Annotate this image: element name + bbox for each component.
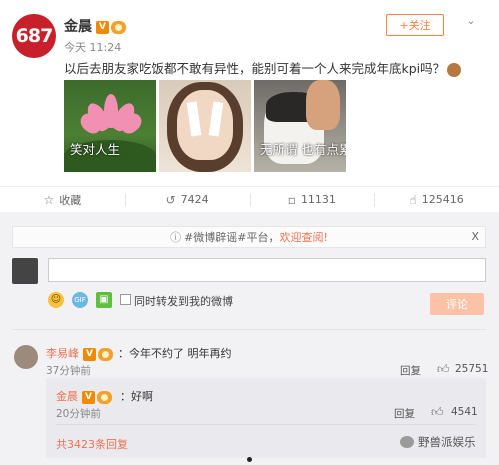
reply-like-count: 4541 (451, 406, 478, 418)
thumbs-up-icon[interactable]: 👍︎ (431, 405, 444, 420)
reply-reply-button[interactable]: 回复 (394, 406, 415, 421)
repost-button[interactable]: ↺ 7424 (124, 187, 250, 212)
weibo-post: 687 金晨 V 今天 11:24 +关注 ⌄ 以后去朋友家吃饭都不敢有异性，能别… (0, 0, 499, 186)
post-image-cat[interactable]: 无所谓 也有点累 (254, 80, 346, 172)
gif-icon[interactable]: GIF (72, 292, 88, 308)
face-shape (177, 90, 233, 160)
post-image-face[interactable] (159, 80, 251, 172)
divider (56, 424, 476, 425)
image-icon[interactable]: ▣ (96, 292, 112, 308)
close-icon[interactable]: X (471, 230, 479, 243)
star-icon: ☆ (43, 192, 55, 207)
verified-icon: V (82, 390, 95, 404)
verified-icon: V (83, 347, 96, 361)
notice-link[interactable]: 欢迎查阅! (280, 229, 328, 245)
vip-icon (98, 347, 113, 361)
comment-time: 37分钟前 (46, 365, 91, 377)
comment-icon: ▫ (287, 192, 296, 207)
post-action-bar: ☆ 收藏 ↺ 7424 ▫ 11131 ☝ 125416 (0, 186, 499, 219)
vip-icon (111, 20, 126, 34)
post-text: 以后去朋友家吃饭都不敢有异性，能别可着一个人来完成年底kpi吗？ (64, 58, 462, 77)
reply-author-name[interactable]: 金晨 (56, 390, 78, 403)
rumor-notice: ⓘ #微博辟谣#平台， 欢迎查阅! X (12, 226, 486, 248)
watermark: 野兽派娱乐 (400, 434, 476, 450)
reply-time: 20分钟前 (56, 408, 101, 420)
post-image-lotus[interactable]: 笑对人生 (64, 80, 156, 172)
commenter-avatar[interactable] (14, 345, 38, 369)
wechat-icon (400, 436, 414, 448)
post-time[interactable]: 今天 11:24 (64, 39, 121, 55)
photo-caption: 无所谓 也有点累 (260, 142, 346, 157)
like-icon: ☝ (409, 192, 417, 207)
favorite-button[interactable]: ☆ 收藏 (0, 187, 125, 212)
thumbs-up-icon[interactable]: 👍︎ (437, 362, 450, 377)
avatar-text: 687 (15, 25, 54, 47)
comment-count: 11131 (300, 193, 336, 206)
repost-count: 7424 (180, 193, 209, 206)
commenter-name[interactable]: 李易峰 (46, 347, 79, 360)
hand-shape (306, 80, 340, 130)
page-dot (247, 457, 252, 462)
post-text-content: 以后去朋友家吃饭都不敢有异性，能别可着一个人来完成年底kpi吗？ (64, 61, 446, 76)
comment-panel: ⓘ #微博辟谣#平台， 欢迎查阅! X ☺ GIF ▣ 同时转发到我的微博 评论 … (0, 212, 499, 465)
photo-caption: 笑对人生 (70, 142, 121, 157)
comment-button[interactable]: ▫ 11131 (249, 187, 375, 219)
chevron-down-icon[interactable]: ⌄ (463, 14, 479, 28)
follow-button[interactable]: +关注 (386, 14, 444, 36)
author-name-row: 金晨 V (64, 16, 126, 36)
submit-comment-button[interactable]: 评论 (430, 293, 484, 315)
comment-reply-button[interactable]: 回复 (400, 363, 421, 378)
info-icon: ⓘ (170, 231, 182, 244)
current-user-avatar[interactable] (12, 258, 38, 284)
reply-text: ：好啊 (120, 390, 153, 403)
like-button[interactable]: ☝ 125416 (374, 187, 499, 212)
view-all-replies-link[interactable]: 共3423条回复 (56, 436, 128, 452)
comment-like-count: 25751 (455, 363, 489, 375)
comment-input[interactable] (48, 258, 486, 282)
like-count: 125416 (421, 193, 464, 206)
author-name[interactable]: 金晨 (64, 19, 92, 35)
watermark-text: 野兽派娱乐 (418, 435, 476, 449)
verified-icon: V (96, 20, 109, 34)
vip-icon (97, 390, 112, 404)
comment-text: ：今年不约了 明年再约 (118, 347, 232, 360)
repost-icon: ↺ (165, 192, 176, 207)
notice-text: #微博辟谣#平台， (184, 231, 280, 244)
monkey-emoji-icon (447, 62, 462, 77)
repost-label: 同时转发到我的微博 (134, 295, 233, 308)
commenter-name-row: 李易峰 V (46, 345, 113, 361)
repost-checkbox[interactable] (120, 294, 131, 305)
divider (12, 329, 486, 330)
reply-author-row: 金晨 V (56, 388, 112, 404)
emoji-icon[interactable]: ☺ (48, 292, 64, 308)
author-avatar[interactable]: 687 (12, 14, 56, 58)
favorite-label: 收藏 (59, 193, 82, 207)
lotus-flower-icon (76, 94, 146, 138)
